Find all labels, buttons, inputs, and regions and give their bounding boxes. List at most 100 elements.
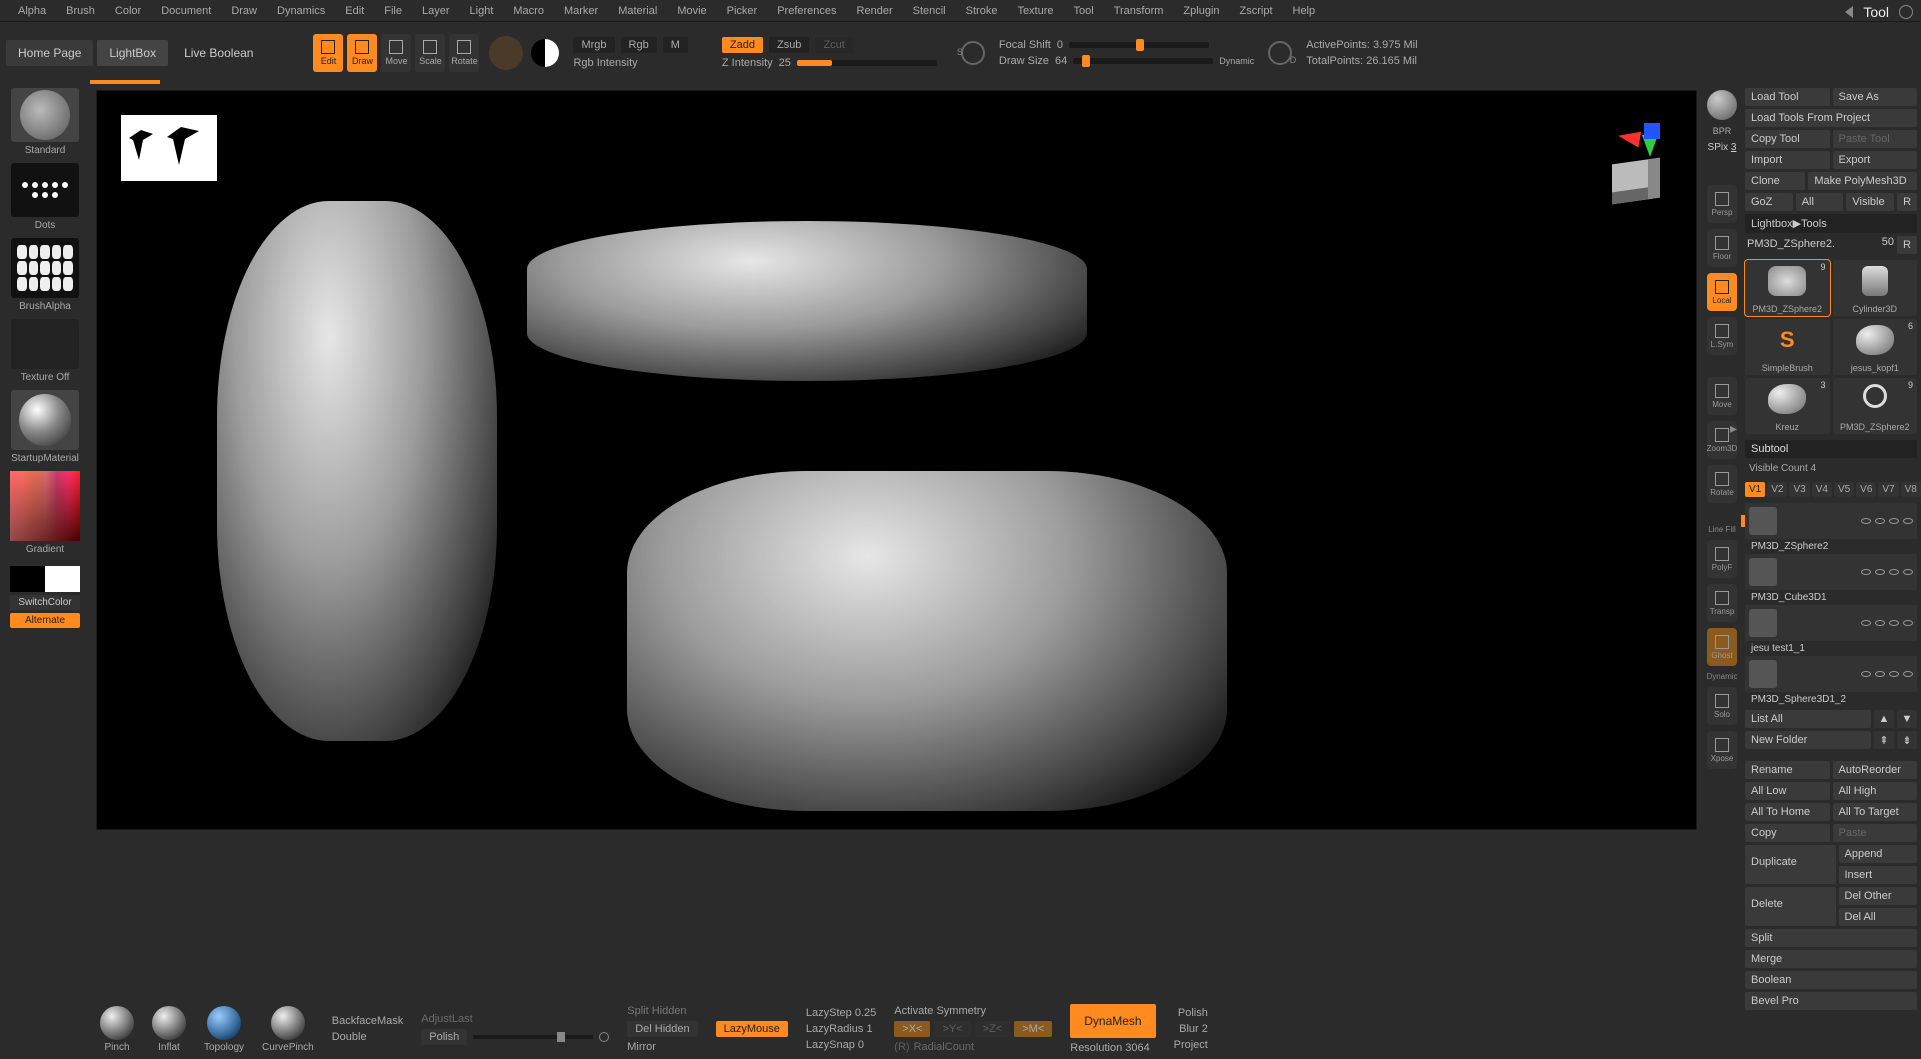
copy-tool-button[interactable]: Copy Tool [1745,130,1830,148]
duplicate-button[interactable]: Duplicate [1745,845,1836,884]
color-swatches[interactable] [10,566,80,592]
bw-toggle-icon[interactable] [531,39,559,67]
paste-button[interactable]: Paste [1833,824,1918,842]
folder-up-icon[interactable]: ⇞ [1874,731,1894,749]
home-page-tab[interactable]: Home Page [6,40,93,66]
draw-button[interactable]: Draw [347,34,377,72]
activate-symmetry-label[interactable]: Activate Symmetry [894,1005,1052,1017]
move-down-icon[interactable]: ▼ [1897,710,1917,728]
del-other-button[interactable]: Del Other [1839,887,1918,905]
clone-button[interactable]: Clone [1745,172,1805,190]
vtab-v5[interactable]: V5 [1834,482,1854,497]
subtool-0[interactable] [1745,503,1917,539]
bpr-button[interactable] [1707,90,1737,120]
xpose-button[interactable]: Xpose [1707,731,1737,769]
collapse-left-icon[interactable] [1845,6,1853,18]
polish-chip[interactable]: Polish [421,1029,467,1045]
vtab-v7[interactable]: V7 [1878,482,1898,497]
goz-visible-button[interactable]: Visible [1846,193,1894,211]
polyf-button[interactable]: PolyF [1707,540,1737,578]
mirror-button[interactable]: Mirror [627,1041,697,1053]
switch-color-button[interactable]: SwitchColor [10,595,80,610]
menu-layer[interactable]: Layer [412,5,460,17]
focal-gizmo-icon[interactable]: S [961,41,985,65]
menu-alpha[interactable]: Alpha [8,5,56,17]
save-as-button[interactable]: Save As [1833,88,1918,106]
floor-button[interactable]: Floor [1707,229,1737,267]
tool-cylinder3d[interactable]: Cylinder3D [1833,260,1918,316]
vtab-v4[interactable]: V4 [1812,482,1832,497]
zsub-chip[interactable]: Zsub [769,37,809,53]
persp-button[interactable]: Persp [1707,185,1737,223]
split-hidden-button[interactable]: Split Hidden [627,1005,697,1017]
make-polymesh-button[interactable]: Make PolyMesh3D [1808,172,1917,190]
focal-slider[interactable] [1069,42,1209,48]
all-low-button[interactable]: All Low [1745,782,1830,800]
new-folder-button[interactable]: New Folder [1745,731,1871,749]
menu-draw[interactable]: Draw [221,5,267,17]
mrgb-chip[interactable]: Mrgb [573,37,614,53]
folder-down-icon[interactable]: ⇟ [1897,731,1917,749]
dynamic-gizmo-icon[interactable]: D [1268,41,1292,65]
load-tool-button[interactable]: Load Tool [1745,88,1830,106]
tool-jesus_kopf1[interactable]: 6jesus_kopf1 [1833,319,1918,375]
rename-button[interactable]: Rename [1745,761,1830,779]
viewport[interactable] [96,90,1697,830]
menu-stencil[interactable]: Stencil [903,5,956,17]
rgb-chip[interactable]: Rgb [621,37,657,53]
load-from-project-button[interactable]: Load Tools From Project [1745,109,1917,127]
menu-brush[interactable]: Brush [56,5,105,17]
all-high-button[interactable]: All High [1833,782,1918,800]
dynamic-label[interactable]: Dynamic [1219,56,1254,66]
pinch-brush[interactable]: Pinch [100,1006,134,1053]
move-button[interactable]: Move [381,34,411,72]
lightbox-tab[interactable]: LightBox [97,40,168,66]
menu-zscript[interactable]: Zscript [1230,5,1283,17]
menu-preferences[interactable]: Preferences [767,5,846,17]
copy-button[interactable]: Copy [1745,824,1830,842]
polish-label[interactable]: Polish [1178,1007,1208,1019]
zadd-chip[interactable]: Zadd [722,37,763,53]
subtool-1[interactable] [1745,554,1917,590]
tool-kreuz[interactable]: 3Kreuz [1745,378,1830,434]
menu-texture[interactable]: Texture [1007,5,1063,17]
menu-document[interactable]: Document [151,5,221,17]
lazymouse-button[interactable]: LazyMouse [716,1021,788,1037]
goz-r-button[interactable]: R [1897,193,1917,211]
menu-color[interactable]: Color [105,5,151,17]
insert-button[interactable]: Insert [1839,866,1918,884]
autoreorder-button[interactable]: AutoReorder [1833,761,1918,779]
edit-button[interactable]: Edit [313,34,343,72]
lightbox-tools-button[interactable]: Lightbox▶Tools [1745,214,1917,233]
list-all-button[interactable]: List All [1745,710,1871,728]
dynamesh-button[interactable]: DynaMesh [1070,1004,1155,1038]
lsym-button[interactable]: L.Sym [1707,317,1737,355]
vtab-v3[interactable]: V3 [1789,482,1809,497]
project-label[interactable]: Project [1174,1039,1208,1051]
bevel-pro-button[interactable]: Bevel Pro [1745,992,1917,1010]
alpha-thumb[interactable] [11,238,79,298]
all-to-home-button[interactable]: All To Home [1745,803,1830,821]
move-up-icon[interactable]: ▲ [1874,710,1894,728]
rotate-nav-button[interactable]: Rotate [1707,465,1737,503]
live-boolean-tab[interactable]: Live Boolean [172,40,265,66]
boolean-button[interactable]: Boolean [1745,971,1917,989]
texture-thumb[interactable] [11,319,79,369]
refresh-icon[interactable] [1899,5,1913,19]
ghost-button[interactable]: Ghost [1707,628,1737,666]
tool-pm3d_zsphere2[interactable]: 9PM3D_ZSphere2 [1833,378,1918,434]
vtab-v6[interactable]: V6 [1856,482,1876,497]
draw-size-slider[interactable] [1073,58,1213,64]
color-picker[interactable] [10,471,80,541]
local-button[interactable]: Local [1707,273,1737,311]
sym-x-button[interactable]: >X< [894,1021,930,1037]
menu-picker[interactable]: Picker [717,5,768,17]
paste-tool-button[interactable]: Paste Tool [1833,130,1918,148]
brush-thumb[interactable] [11,88,79,142]
stroke-thumb[interactable] [11,163,79,217]
menu-dynamics[interactable]: Dynamics [267,5,335,17]
sym-m-button[interactable]: >M< [1014,1021,1052,1037]
polish-circle-icon[interactable] [599,1032,609,1042]
sym-z-button[interactable]: >Z< [975,1021,1011,1037]
menu-marker[interactable]: Marker [554,5,608,17]
